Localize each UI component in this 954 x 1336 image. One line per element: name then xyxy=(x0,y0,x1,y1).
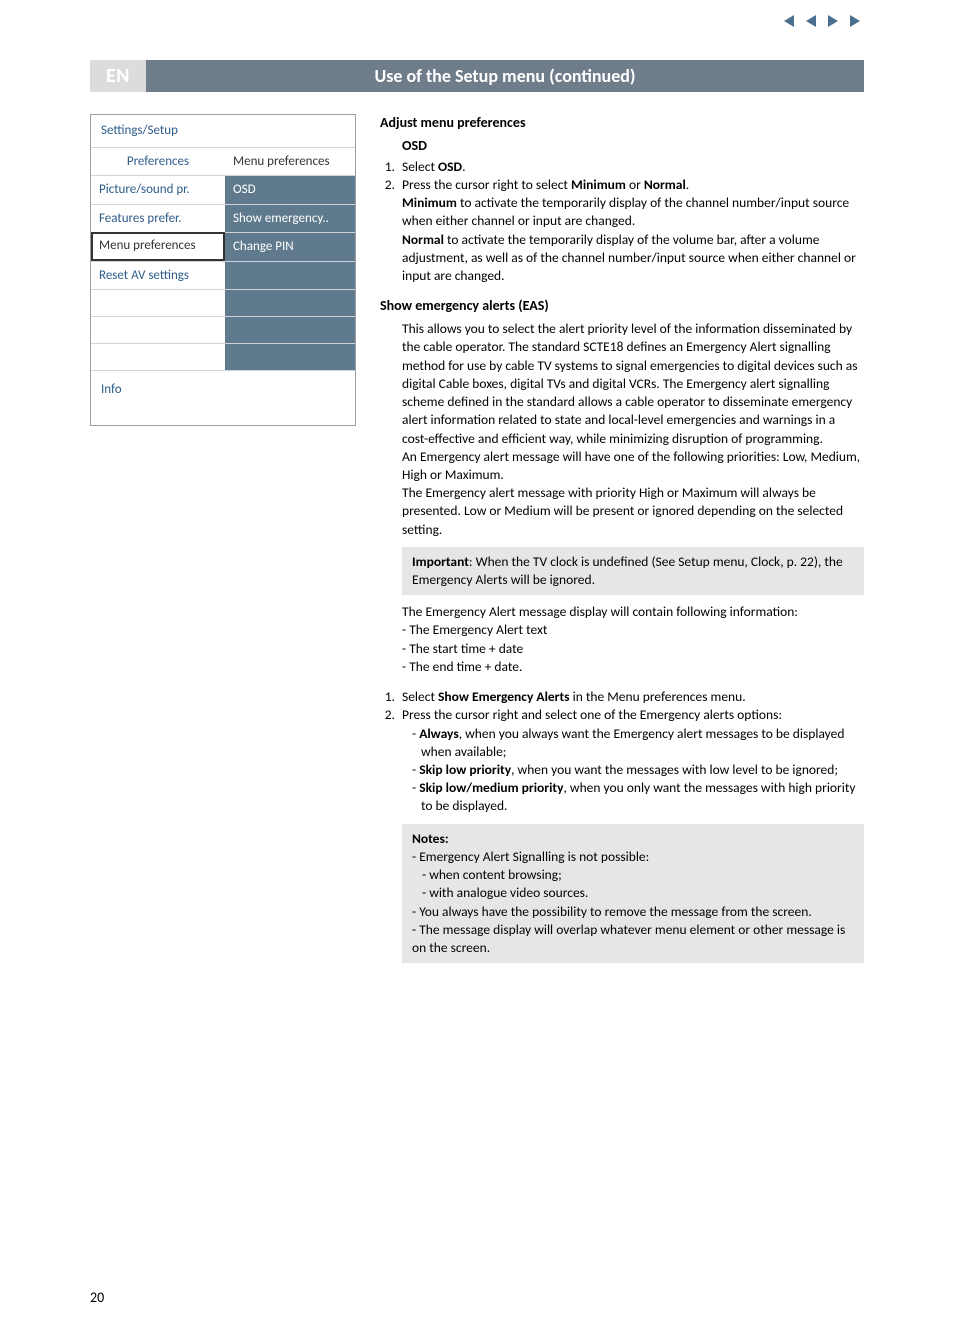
eas-step-1: Select Show Emergency Alerts in the Menu… xyxy=(398,688,864,706)
menu-item-menu-prefs[interactable]: Menu preferences xyxy=(91,232,225,261)
osd-step-2: Press the cursor right to select Minimum… xyxy=(398,176,864,285)
menu-value-emergency[interactable]: Show emergency.. xyxy=(225,204,355,233)
heading-adjust: Adjust menu preferences xyxy=(380,114,864,133)
last-page-icon[interactable] xyxy=(846,14,864,28)
menu-value-empty xyxy=(225,316,355,343)
eas-info-list: The Emergency Alert message display will… xyxy=(402,603,864,676)
next-page-icon[interactable] xyxy=(824,14,842,28)
menu-item-reset-av[interactable]: Reset AV settings xyxy=(91,261,225,290)
menu-item-empty xyxy=(91,316,225,343)
eas-step-2: Press the cursor right and select one of… xyxy=(398,706,864,815)
page-number: 20 xyxy=(90,1289,104,1308)
nav-arrows xyxy=(780,14,864,28)
menu-value-empty xyxy=(225,289,355,316)
heading-osd: OSD xyxy=(402,137,864,156)
osd-step-1: Select OSD. xyxy=(398,158,864,176)
menu-right-head: Menu preferences xyxy=(225,147,355,176)
menu-title: Settings/Setup xyxy=(91,115,355,147)
menu-value-empty xyxy=(225,261,355,290)
heading-eas: Show emergency alerts (EAS) xyxy=(380,297,864,316)
menu-left-head: Preferences xyxy=(91,147,225,176)
menu-item-picture-sound[interactable]: Picture/sound pr. xyxy=(91,175,225,204)
menu-value-osd[interactable]: OSD xyxy=(225,175,355,204)
menu-item-features[interactable]: Features prefer. xyxy=(91,204,225,233)
prev-page-icon[interactable] xyxy=(802,14,820,28)
notes-box: Notes: Emergency Alert Signalling is not… xyxy=(402,824,864,964)
menu-item-empty xyxy=(91,343,225,370)
settings-menu: Settings/Setup Preferences Menu preferen… xyxy=(90,114,356,426)
language-badge: EN xyxy=(90,60,146,92)
menu-value-empty xyxy=(225,343,355,370)
menu-info: Info xyxy=(91,370,355,425)
important-note: Important: When the TV clock is undefine… xyxy=(402,547,864,595)
eas-body: This allows you to select the alert prio… xyxy=(402,320,864,539)
menu-value-change-pin[interactable]: Change PIN xyxy=(225,232,355,261)
first-page-icon[interactable] xyxy=(780,14,798,28)
menu-item-empty xyxy=(91,289,225,316)
page-title: Use of the Setup menu (continued) xyxy=(146,60,864,92)
